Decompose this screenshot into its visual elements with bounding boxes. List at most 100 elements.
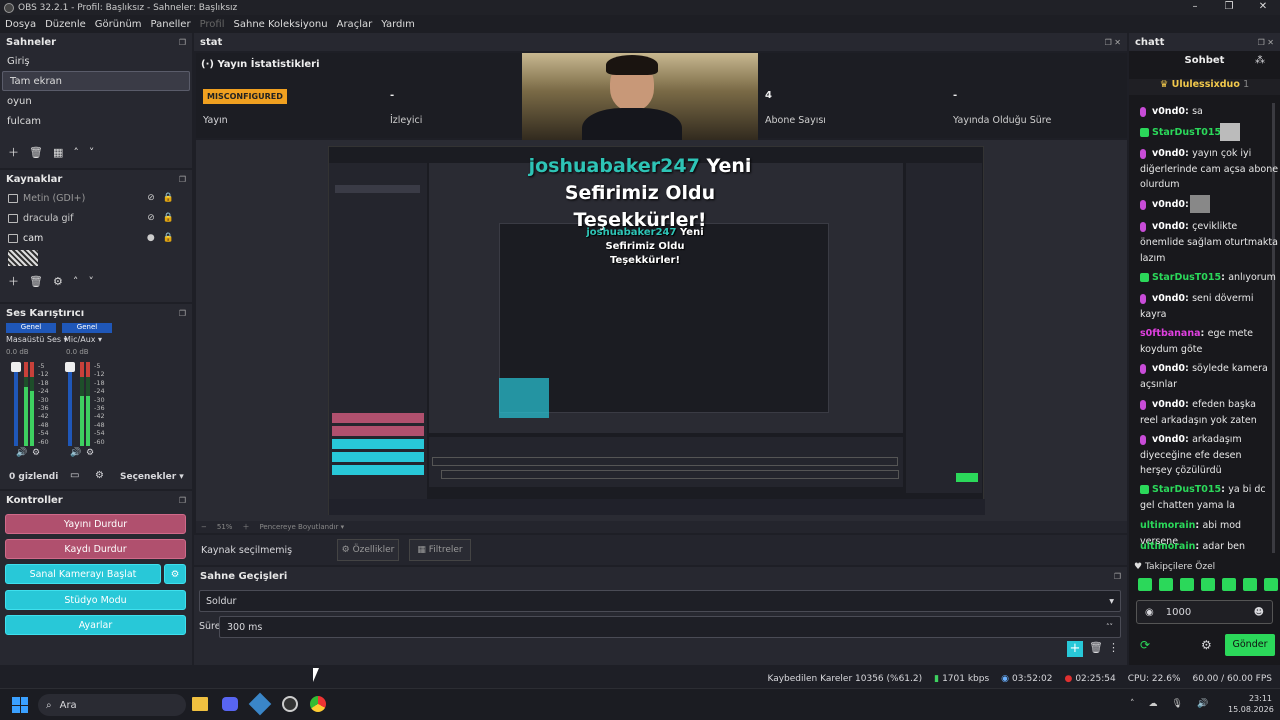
chat-username[interactable]: StarDusT015 bbox=[1152, 272, 1221, 283]
duration-input[interactable]: 300 ms ˄˅ bbox=[219, 616, 1121, 638]
tray-arrow-icon[interactable]: ˄ bbox=[1130, 699, 1135, 709]
stepper-icon[interactable]: ˄˅ bbox=[1106, 623, 1113, 631]
track-name[interactable]: Mic/Aux ▾ bbox=[64, 335, 102, 344]
studio-mode-button[interactable]: Stüdyo Modu bbox=[5, 590, 186, 610]
chat-username[interactable]: v0nd0 bbox=[1152, 106, 1185, 117]
emoji-icon[interactable]: ☻ bbox=[1254, 607, 1264, 618]
mixer-gear-icon[interactable]: ⚙ bbox=[95, 470, 104, 481]
menu-edit[interactable]: Düzenle bbox=[45, 19, 86, 30]
source-item[interactable]: dracula gif ⊘ 🔒 bbox=[0, 208, 192, 228]
gear-icon[interactable]: ⚙ bbox=[53, 275, 63, 288]
obs-taskbar-icon[interactable] bbox=[282, 696, 298, 712]
emote-icon[interactable] bbox=[1243, 578, 1257, 591]
file-explorer-icon[interactable] bbox=[192, 697, 208, 711]
track-gear-icon[interactable]: ⚙ bbox=[86, 448, 94, 458]
add-source-icon[interactable]: ＋ bbox=[8, 273, 19, 289]
remove-transition-icon[interactable]: 🗑 bbox=[1089, 641, 1103, 654]
scene-item[interactable]: Giriş bbox=[0, 51, 192, 71]
close-window-button[interactable]: ✕ bbox=[1246, 0, 1280, 15]
chat-username[interactable]: v0nd0 bbox=[1152, 148, 1185, 159]
emote-icon[interactable] bbox=[1138, 578, 1152, 591]
emote-icon[interactable] bbox=[1222, 578, 1236, 591]
channel-points-icon[interactable]: ⟳ bbox=[1140, 638, 1150, 652]
maximize-button[interactable]: ❐ bbox=[1212, 0, 1246, 15]
eye-icon[interactable]: ● bbox=[147, 233, 155, 243]
virtual-camera-button[interactable]: Sanal Kamerayı Başlat bbox=[5, 564, 161, 584]
scene-item-selected[interactable]: Tam ekran bbox=[2, 71, 190, 91]
chat-username[interactable]: ultimorain bbox=[1140, 520, 1195, 531]
fit-window-select[interactable]: Pencereye Boyutlandır ▾ bbox=[259, 523, 344, 531]
move-up-icon[interactable]: ˄ bbox=[73, 275, 79, 288]
source-item[interactable]: Metin (GDI+) ⊘ 🔒 bbox=[0, 188, 192, 208]
speaker-icon[interactable]: 🔊 bbox=[16, 448, 27, 458]
zoom-out-icon[interactable]: − bbox=[201, 523, 207, 531]
cloud-icon[interactable]: ☁ bbox=[1149, 699, 1158, 709]
chat-username[interactable]: StarDusT015 bbox=[1152, 127, 1221, 138]
eye-hidden-icon[interactable]: ⊘ bbox=[147, 213, 155, 223]
emote-icon[interactable] bbox=[1264, 578, 1278, 591]
filter-icon[interactable]: ▦ bbox=[53, 146, 63, 159]
mixer-options-button[interactable]: Seçenekler ▾ bbox=[120, 472, 184, 482]
menu-tools[interactable]: Araçlar bbox=[337, 19, 373, 30]
lock-icon[interactable]: 🔒 bbox=[163, 213, 174, 223]
properties-button[interactable]: ⚙ Özellikler bbox=[337, 539, 399, 561]
remove-scene-icon[interactable]: 🗑 bbox=[29, 146, 43, 159]
move-down-icon[interactable]: ˅ bbox=[89, 146, 95, 159]
add-scene-icon[interactable]: ＋ bbox=[8, 144, 19, 160]
remove-source-icon[interactable]: 🗑 bbox=[29, 275, 43, 288]
volume-slider[interactable] bbox=[68, 362, 72, 446]
menu-scene-collection[interactable]: Sahne Koleksiyonu bbox=[234, 19, 328, 30]
volume-slider[interactable] bbox=[14, 362, 18, 446]
speaker-icon[interactable]: 🔊 bbox=[70, 448, 81, 458]
source-item[interactable]: cam ● 🔒 bbox=[0, 228, 192, 248]
menu-view[interactable]: Görünüm bbox=[95, 19, 142, 30]
menu-file[interactable]: Dosya bbox=[5, 19, 36, 30]
chat-username[interactable]: v0nd0 bbox=[1152, 399, 1185, 410]
scene-item[interactable]: fulcam bbox=[0, 111, 192, 131]
taskbar-search[interactable]: ⌕ Ara bbox=[38, 694, 186, 716]
undock-icon[interactable]: ❐ bbox=[179, 309, 186, 318]
source-item-dracula[interactable] bbox=[0, 248, 192, 268]
emote-icon[interactable] bbox=[1180, 578, 1194, 591]
stop-record-button[interactable]: Kaydı Durdur bbox=[5, 539, 186, 559]
undock-icon[interactable]: ❐ bbox=[179, 175, 186, 184]
menu-help[interactable]: Yardım bbox=[381, 19, 415, 30]
chat-username[interactable]: StarDusT015 bbox=[1152, 484, 1221, 495]
app-icon[interactable] bbox=[248, 692, 272, 716]
dock-controls-icon[interactable]: ❐ ✕ bbox=[1105, 38, 1121, 47]
chat-username[interactable]: v0nd0 bbox=[1152, 221, 1185, 232]
undock-icon[interactable]: ❐ bbox=[179, 38, 186, 47]
filters-button[interactable]: ▦ Filtreler bbox=[409, 539, 471, 561]
minimize-button[interactable]: – bbox=[1178, 0, 1212, 15]
volume-handle[interactable] bbox=[65, 362, 75, 372]
undock-icon[interactable]: ❐ bbox=[1114, 572, 1121, 581]
emote-icon[interactable] bbox=[1201, 578, 1215, 591]
scene-item[interactable]: oyun bbox=[0, 91, 192, 111]
virtual-camera-gear-icon[interactable]: ⚙ bbox=[164, 564, 186, 584]
chat-username[interactable]: ultimorain bbox=[1140, 541, 1195, 552]
stop-stream-button[interactable]: Yayını Durdur bbox=[5, 514, 186, 534]
zoom-in-icon[interactable]: ＋ bbox=[242, 522, 249, 532]
volume-handle[interactable] bbox=[11, 362, 21, 372]
clock[interactable]: 23:11 15.08.2026 bbox=[1228, 693, 1274, 715]
more-options-icon[interactable]: ⋮ bbox=[1108, 641, 1119, 654]
eye-hidden-icon[interactable]: ⊘ bbox=[147, 193, 155, 203]
chat-username[interactable]: v0nd0 bbox=[1152, 293, 1185, 304]
menu-docks[interactable]: Paneller bbox=[151, 19, 191, 30]
lock-icon[interactable]: 🔒 bbox=[163, 233, 174, 243]
volume-icon[interactable]: 🔊 bbox=[1197, 699, 1208, 709]
track-name[interactable]: Masaüstü Ses ▾ bbox=[6, 335, 68, 344]
menu-profile[interactable]: Profil bbox=[200, 19, 225, 30]
send-button[interactable]: Gönder bbox=[1225, 634, 1275, 656]
dock-controls-icon[interactable]: ❐ ✕ bbox=[1258, 38, 1274, 47]
emote-icon[interactable] bbox=[1159, 578, 1173, 591]
chat-settings-icon[interactable]: ⚙ bbox=[1201, 638, 1212, 652]
discord-icon[interactable] bbox=[222, 697, 238, 711]
add-transition-button[interactable]: + bbox=[1067, 641, 1083, 657]
windows-start-icon[interactable] bbox=[12, 697, 28, 713]
track-gear-icon[interactable]: ⚙ bbox=[32, 448, 40, 458]
users-icon[interactable]: ⁂ bbox=[1255, 55, 1265, 66]
chat-username[interactable]: v0nd0 bbox=[1152, 434, 1185, 445]
chat-input[interactable]: ◉ 1000 ☻ bbox=[1136, 600, 1273, 624]
chat-username[interactable]: s0ftbanana bbox=[1140, 328, 1201, 339]
